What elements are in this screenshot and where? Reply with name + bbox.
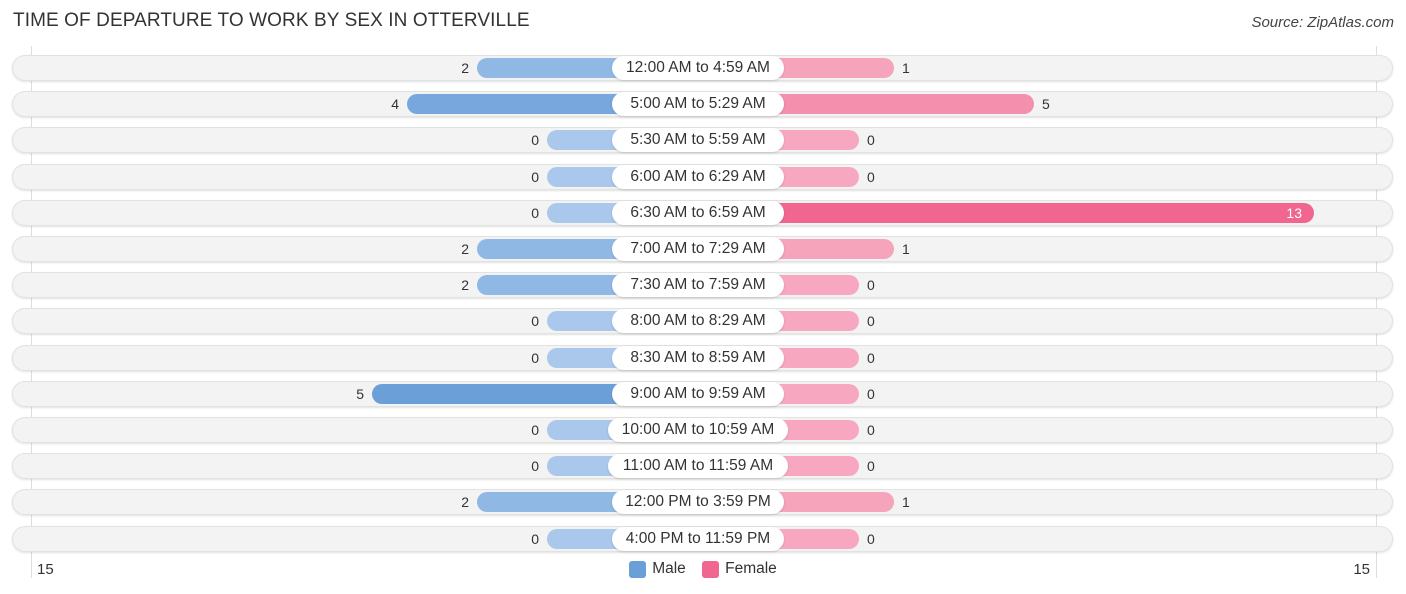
category-label: 6:30 AM to 6:59 AM — [612, 200, 784, 225]
legend-swatch-female — [702, 560, 720, 578]
female-value-label: 0 — [867, 385, 875, 402]
male-value-label: 5 — [356, 385, 364, 402]
category-label: 11:00 AM to 11:59 AM — [608, 454, 788, 479]
male-value-label: 0 — [531, 530, 539, 547]
male-value-label: 0 — [531, 168, 539, 185]
legend-label-female: Female — [725, 560, 777, 577]
category-label: 7:30 AM to 7:59 AM — [612, 273, 784, 298]
category-label: 10:00 AM to 10:59 AM — [608, 418, 788, 442]
female-value-label: 0 — [867, 422, 875, 438]
male-value-label: 2 — [461, 494, 469, 511]
male-value-label: 0 — [531, 422, 539, 438]
category-label: 8:30 AM to 8:59 AM — [612, 345, 784, 370]
category-label: 7:00 AM to 7:29 AM — [612, 237, 784, 261]
female-value-label: 5 — [1042, 96, 1050, 113]
female-value-label: 0 — [867, 132, 875, 149]
male-value-label: 0 — [531, 204, 539, 221]
male-value-label: 4 — [391, 96, 399, 113]
legend-item-male[interactable]: Male — [629, 560, 686, 578]
category-label: 4:00 PM to 11:59 PM — [612, 526, 784, 551]
female-value-label: 0 — [867, 277, 875, 294]
category-label: 8:00 AM to 8:29 AM — [612, 309, 784, 334]
female-value-label: 0 — [867, 458, 875, 475]
female-bar[interactable] — [703, 202, 1314, 223]
male-value-label: 0 — [531, 132, 539, 149]
chart-title: TIME OF DEPARTURE TO WORK BY SEX IN OTTE… — [13, 10, 530, 31]
male-value-label: 2 — [461, 60, 469, 76]
category-label: 12:00 AM to 4:59 AM — [612, 56, 784, 80]
legend-swatch-male — [629, 560, 647, 578]
category-label: 9:00 AM to 9:59 AM — [612, 381, 784, 406]
legend-label-male: Male — [652, 560, 686, 577]
legend-item-female[interactable]: Female — [702, 560, 777, 578]
female-value-label: 1 — [902, 494, 910, 511]
female-value-label: 0 — [867, 530, 875, 547]
category-label: 5:00 AM to 5:29 AM — [612, 92, 784, 117]
male-value-label: 2 — [461, 241, 469, 257]
category-label: 6:00 AM to 6:29 AM — [612, 164, 784, 189]
male-value-label: 0 — [531, 458, 539, 475]
female-value-label: 13 — [1286, 204, 1302, 221]
category-label: 5:30 AM to 5:59 AM — [612, 128, 784, 153]
male-value-label: 2 — [461, 277, 469, 294]
legend: Male Female — [0, 560, 1406, 583]
category-label: 12:00 PM to 3:59 PM — [612, 490, 784, 515]
female-value-label: 1 — [902, 60, 910, 76]
source-label: Source: ZipAtlas.com — [1251, 14, 1394, 31]
female-value-label: 0 — [867, 313, 875, 330]
female-value-label: 0 — [867, 168, 875, 185]
male-value-label: 0 — [531, 313, 539, 330]
male-value-label: 0 — [531, 349, 539, 366]
female-value-label: 0 — [867, 349, 875, 366]
female-value-label: 1 — [902, 241, 910, 257]
